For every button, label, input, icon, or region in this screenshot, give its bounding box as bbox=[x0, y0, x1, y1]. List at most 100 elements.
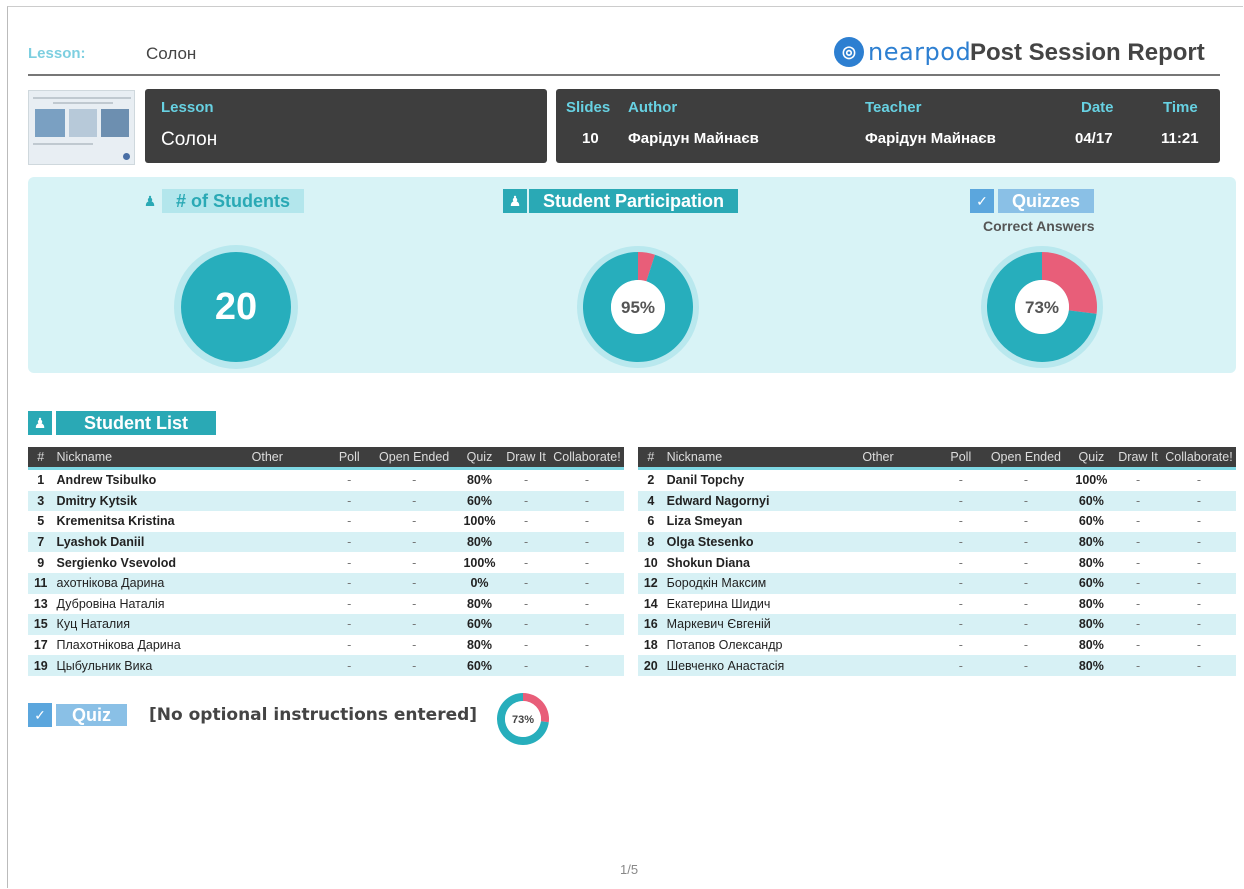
other-score bbox=[818, 469, 939, 491]
user-icon: ♟ bbox=[143, 192, 157, 209]
column-header: Nickname bbox=[53, 447, 208, 470]
teacher-value: Фарідун Майнаєв bbox=[865, 130, 996, 147]
students-count-circle: 20 bbox=[174, 245, 298, 369]
table-row: 3 Dmitry Kytsik - -60% - - bbox=[28, 490, 624, 512]
lesson-info-box: Lesson Солон bbox=[145, 89, 547, 163]
table-row: 19 Цыбульник Вика - -60% - - bbox=[28, 655, 624, 676]
table-row: 12 Бородкін Максим - -60% - - bbox=[638, 572, 1236, 594]
table-row: 5 Kremenitsa Kristina - - 100% - - bbox=[28, 511, 624, 532]
correct-answers-label: Correct Answers bbox=[983, 218, 1095, 234]
check-icon: ✓ bbox=[970, 189, 994, 213]
quiz-score: 80% bbox=[1078, 596, 1104, 611]
student-name: Shokun Diana bbox=[666, 555, 750, 570]
draw-it-score: - bbox=[523, 638, 529, 653]
student-name: Liza Smeyan bbox=[666, 514, 743, 529]
quizzes-header: ✓ Quizzes bbox=[970, 189, 1095, 213]
column-header: Open Ended bbox=[983, 447, 1069, 470]
open-ended-score: - bbox=[983, 490, 1069, 512]
quiz-score-percent: 73% bbox=[512, 714, 534, 726]
draw-it-score: - bbox=[1114, 572, 1162, 594]
quiz-score: 80% bbox=[1078, 555, 1104, 570]
other-score bbox=[208, 469, 327, 491]
student-name: Потапов Олександр bbox=[666, 638, 783, 653]
info-lesson-value: Солон bbox=[161, 129, 218, 150]
open-ended-score: - bbox=[983, 531, 1069, 553]
open-ended-score: - bbox=[983, 655, 1069, 676]
column-header: Poll bbox=[938, 447, 984, 470]
quiz-score: 80% bbox=[1068, 531, 1115, 553]
row-number: 7 bbox=[28, 531, 54, 553]
slides-value: 10 bbox=[582, 130, 599, 147]
poll-score: - bbox=[938, 572, 984, 594]
thumbnail-dot bbox=[123, 153, 130, 160]
row-number: 13 bbox=[33, 596, 48, 611]
students-header: ♟ # of Students bbox=[138, 189, 305, 213]
collaborate-score: - bbox=[549, 531, 624, 553]
table-row: 17 Плахотнікова Дарина - - 80% - - bbox=[28, 635, 624, 656]
table-row: 7 Lyashok Daniil - -80% - - bbox=[28, 531, 624, 553]
open-ended-score: - bbox=[412, 638, 417, 653]
quizzes-label: Quizzes bbox=[998, 189, 1095, 213]
poll-score: - bbox=[958, 638, 963, 653]
open-ended-score: - bbox=[1023, 514, 1028, 529]
column-header: Other bbox=[207, 447, 327, 470]
column-header: Nickname bbox=[663, 447, 818, 470]
participation-label: Student Participation bbox=[529, 189, 739, 213]
collaborate-score: - bbox=[1196, 473, 1202, 488]
draw-it-score: - bbox=[1135, 596, 1141, 611]
participation-donut: 95% bbox=[577, 246, 699, 368]
nearpod-logo: ◎ nearpod bbox=[834, 37, 971, 67]
poll-score: - bbox=[347, 473, 352, 488]
column-header: Draw It bbox=[1114, 447, 1162, 470]
other-score bbox=[817, 655, 939, 676]
collaborate-score: - bbox=[1161, 531, 1236, 553]
draw-it-score: - bbox=[1114, 490, 1162, 512]
open-ended-score: - bbox=[412, 596, 417, 611]
poll-score: - bbox=[938, 531, 984, 553]
draw-it-score: - bbox=[1114, 614, 1162, 635]
other-score bbox=[207, 572, 327, 594]
other-score bbox=[817, 614, 939, 635]
student-name: Sergienko Vsevolod bbox=[56, 555, 177, 570]
author-label: Author bbox=[628, 99, 678, 116]
draw-it-score: - bbox=[1114, 655, 1162, 676]
student-name: Edward Nagornyi bbox=[663, 490, 818, 512]
nearpod-logo-icon: ◎ bbox=[834, 37, 864, 67]
students-label: # of Students bbox=[162, 189, 305, 213]
column-header: Quiz bbox=[456, 447, 503, 470]
slides-label: Slides bbox=[566, 99, 611, 116]
collaborate-score: - bbox=[1196, 638, 1202, 653]
table-header-row: # Nickname Other Poll Open Ended Quiz Draw It C… bbox=[28, 447, 624, 470]
other-score bbox=[208, 552, 327, 573]
draw-it-score: - bbox=[1135, 555, 1141, 570]
table-row: 14 Екатерина Шидич - - 80% - - bbox=[638, 594, 1236, 615]
draw-it-score: - bbox=[523, 596, 529, 611]
open-ended-score: - bbox=[371, 655, 457, 676]
student-name: Andrew Tsibulko bbox=[56, 473, 157, 488]
table-row: 2 Danil Topchy - - 100% - - bbox=[638, 469, 1236, 491]
draw-it-score: - bbox=[1135, 514, 1141, 529]
poll-score: - bbox=[938, 614, 984, 635]
row-number: 8 bbox=[638, 531, 664, 553]
row-number: 15 bbox=[28, 614, 54, 635]
quiz-score-donut: 73% bbox=[497, 693, 549, 745]
report-page: Lesson: Солон ◎ nearpod Post Session Rep… bbox=[7, 6, 1243, 888]
collaborate-score: - bbox=[549, 572, 624, 594]
collaborate-score: - bbox=[1196, 555, 1202, 570]
column-header: Quiz bbox=[1068, 447, 1115, 470]
row-number: 2 bbox=[647, 473, 655, 488]
open-ended-score: - bbox=[412, 473, 417, 488]
students-count: 20 bbox=[181, 252, 291, 362]
poll-score: - bbox=[347, 638, 352, 653]
table-row: 9 Sergienko Vsevolod - - 100% - - bbox=[28, 552, 624, 573]
collaborate-score: - bbox=[584, 596, 590, 611]
poll-score: - bbox=[958, 596, 963, 611]
column-header: Draw It bbox=[502, 447, 550, 470]
column-header: Open Ended bbox=[371, 447, 457, 470]
student-name: Danil Topchy bbox=[666, 473, 745, 488]
quiz-instructions: [No optional instructions entered] bbox=[149, 705, 478, 725]
poll-score: - bbox=[326, 490, 372, 512]
quiz-score: 100% bbox=[463, 514, 496, 529]
open-ended-score: - bbox=[1023, 555, 1028, 570]
poll-score: - bbox=[347, 555, 352, 570]
